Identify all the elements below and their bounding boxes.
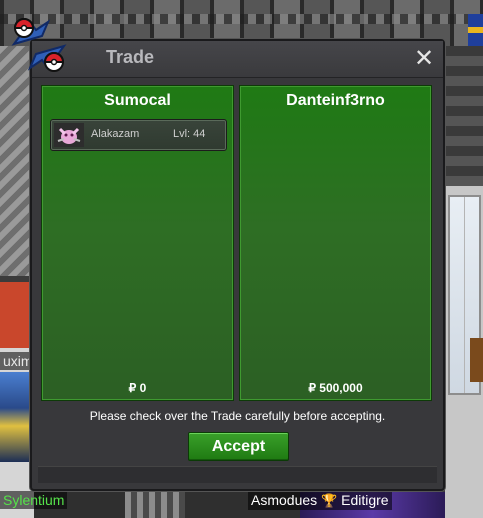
name-tag-text-editigre: Editigre <box>341 492 389 508</box>
player-name-tag-asmodues[interactable]: Asmodues 🏆 Editigre <box>248 491 392 510</box>
player-name-tag-sylentium[interactable]: Sylentium <box>0 491 68 509</box>
trade-panel-left: Sumocal Alakazam Lvl: 44 ₽ 0 <box>41 85 234 401</box>
trophy-icon: 🏆 <box>321 493 338 508</box>
dark-wall-tile <box>445 46 483 186</box>
left-player-name: Sumocal <box>104 92 171 109</box>
npc-sprite[interactable] <box>125 492 185 518</box>
pokemon-name: Alakazam <box>91 128 140 140</box>
window-footer <box>38 466 437 483</box>
left-player-money: ₽ 0 <box>128 381 147 395</box>
trade-notice: Please check over the Trade carefully be… <box>89 409 386 423</box>
alakazam-sprite-icon <box>54 123 84 147</box>
right-player-money: ₽ 500,000 <box>308 381 363 395</box>
right-player-name: Danteinf3rno <box>286 92 385 109</box>
flag-icon <box>468 14 483 46</box>
trade-title: Trade <box>106 47 155 67</box>
wood-tile <box>470 338 483 382</box>
accept-button[interactable]: Accept <box>188 432 289 461</box>
pokemon-level: Lvl: 44 <box>173 128 206 140</box>
close-button[interactable]: ✕ <box>411 44 437 72</box>
trade-window: Trade ✕ Sumocal Alakazam Lvl: 44 ₽ 0 Dan… <box>11 18 445 491</box>
trade-panel-right: Danteinf3rno ₽ 500,000 <box>239 85 432 401</box>
trade-arrows-pokeball-icon <box>11 18 67 72</box>
trade-title-bar[interactable]: Trade ✕ <box>32 41 443 78</box>
trade-item-slot[interactable]: Alakazam Lvl: 44 <box>50 119 227 151</box>
name-tag-text: Asmodues <box>251 492 318 508</box>
player-sprite[interactable] <box>0 372 30 462</box>
